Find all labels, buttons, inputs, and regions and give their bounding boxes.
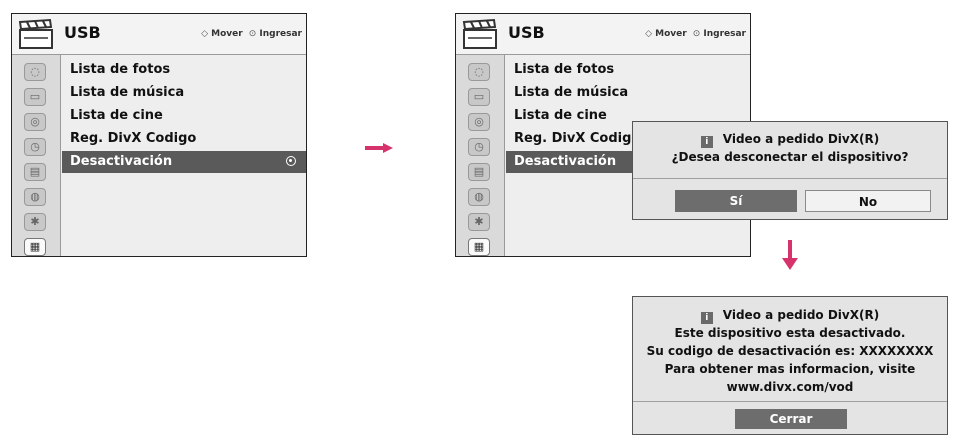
ok-button-icon: ⊙ [689, 29, 701, 39]
info-url: www.divx.com/vod [726, 380, 854, 394]
hint-enter: Ingresar [259, 29, 302, 39]
hint-move: Mover [211, 29, 243, 39]
tv-icon[interactable]: ▭ [468, 88, 490, 106]
category-sidebar: ◌ ▭ ◎ ◷ ▤ ◍ ✱ ▦ [456, 55, 505, 256]
arrow-right-icon [365, 143, 393, 153]
speaker-icon[interactable]: ◎ [468, 113, 490, 131]
menu-title: USB [508, 23, 545, 42]
menu-item-music[interactable]: Lista de música [62, 82, 306, 104]
lock-icon[interactable]: ◍ [24, 188, 46, 206]
dialog-divider [633, 178, 947, 179]
menu-header: USB ◇ Mover ⊙ Ingresar [12, 14, 306, 55]
deactivated-info-dialog: i Video a pedido DivX(R) Este dispositivo… [632, 296, 948, 435]
bluetooth-icon[interactable]: ✱ [24, 213, 46, 231]
close-button[interactable]: Cerrar [735, 409, 847, 429]
info-line-2: Su codigo de desactivación es: XXXXXXXX [646, 344, 934, 358]
info-line-3: Para obtener mas informacion, visite [664, 362, 916, 376]
bluetooth-icon[interactable]: ✱ [468, 213, 490, 231]
arrow-down-icon [782, 240, 798, 270]
menu-item-photos[interactable]: Lista de fotos [506, 59, 750, 81]
menu-item-movies[interactable]: Lista de cine [62, 105, 306, 127]
deactivate-confirm-dialog: i Video a pedido DivX(R) ¿Desea desconect… [632, 121, 948, 220]
nav-hints: ◇ Mover ⊙ Ingresar [645, 29, 746, 39]
ok-icon [286, 156, 296, 166]
dialog-title: i Video a pedido DivX(R) [633, 130, 947, 148]
move-arrows-icon: ◇ [645, 29, 652, 39]
usb-clapper-icon [18, 18, 53, 49]
tv-icon[interactable]: ▭ [24, 88, 46, 106]
usb-clapper-icon[interactable]: ▦ [24, 238, 46, 256]
info-line-1: Este dispositivo esta desactivado. [674, 326, 906, 340]
dialog-divider [633, 401, 947, 402]
menu-item-divx-reg[interactable]: Reg. DivX Codigo [62, 128, 306, 150]
yes-button[interactable]: Sí [675, 190, 797, 212]
hint-move: Mover [655, 29, 687, 39]
hint-enter: Ingresar [703, 29, 746, 39]
nav-hints: ◇ Mover ⊙ Ingresar [201, 29, 302, 39]
clock-icon[interactable]: ◷ [468, 138, 490, 156]
briefcase-icon[interactable]: ▤ [24, 163, 46, 181]
menu-item-photos[interactable]: Lista de fotos [62, 59, 306, 81]
dialog-title: i Video a pedido DivX(R) [633, 306, 947, 324]
menu-item-deactivation[interactable]: Desactivación [62, 151, 306, 173]
category-sidebar: ◌ ▭ ◎ ◷ ▤ ◍ ✱ ▦ [12, 55, 61, 256]
info-icon: i [700, 312, 713, 324]
move-arrows-icon: ◇ [201, 29, 208, 39]
no-button[interactable]: No [805, 190, 931, 212]
photo-icon[interactable]: ◌ [468, 63, 490, 81]
menu-item-music[interactable]: Lista de música [506, 82, 750, 104]
usb-clapper-icon[interactable]: ▦ [468, 238, 490, 256]
photo-icon[interactable]: ◌ [24, 63, 46, 81]
ok-button-icon: ⊙ [245, 29, 257, 39]
usb-menu-screen: USB ◇ Mover ⊙ Ingresar ◌ ▭ ◎ ◷ ▤ ◍ ✱ ▦ L… [11, 13, 307, 257]
briefcase-icon[interactable]: ▤ [468, 163, 490, 181]
lock-icon[interactable]: ◍ [468, 188, 490, 206]
clock-icon[interactable]: ◷ [24, 138, 46, 156]
menu-item-label: Desactivación [70, 154, 173, 169]
menu-header: USB ◇ Mover ⊙ Ingresar [456, 14, 750, 55]
menu-title: USB [64, 23, 101, 42]
speaker-icon[interactable]: ◎ [24, 113, 46, 131]
usb-clapper-icon [462, 18, 497, 49]
dialog-message: ¿Desea desconectar el dispositivo? [671, 150, 909, 164]
info-icon: i [700, 136, 713, 148]
